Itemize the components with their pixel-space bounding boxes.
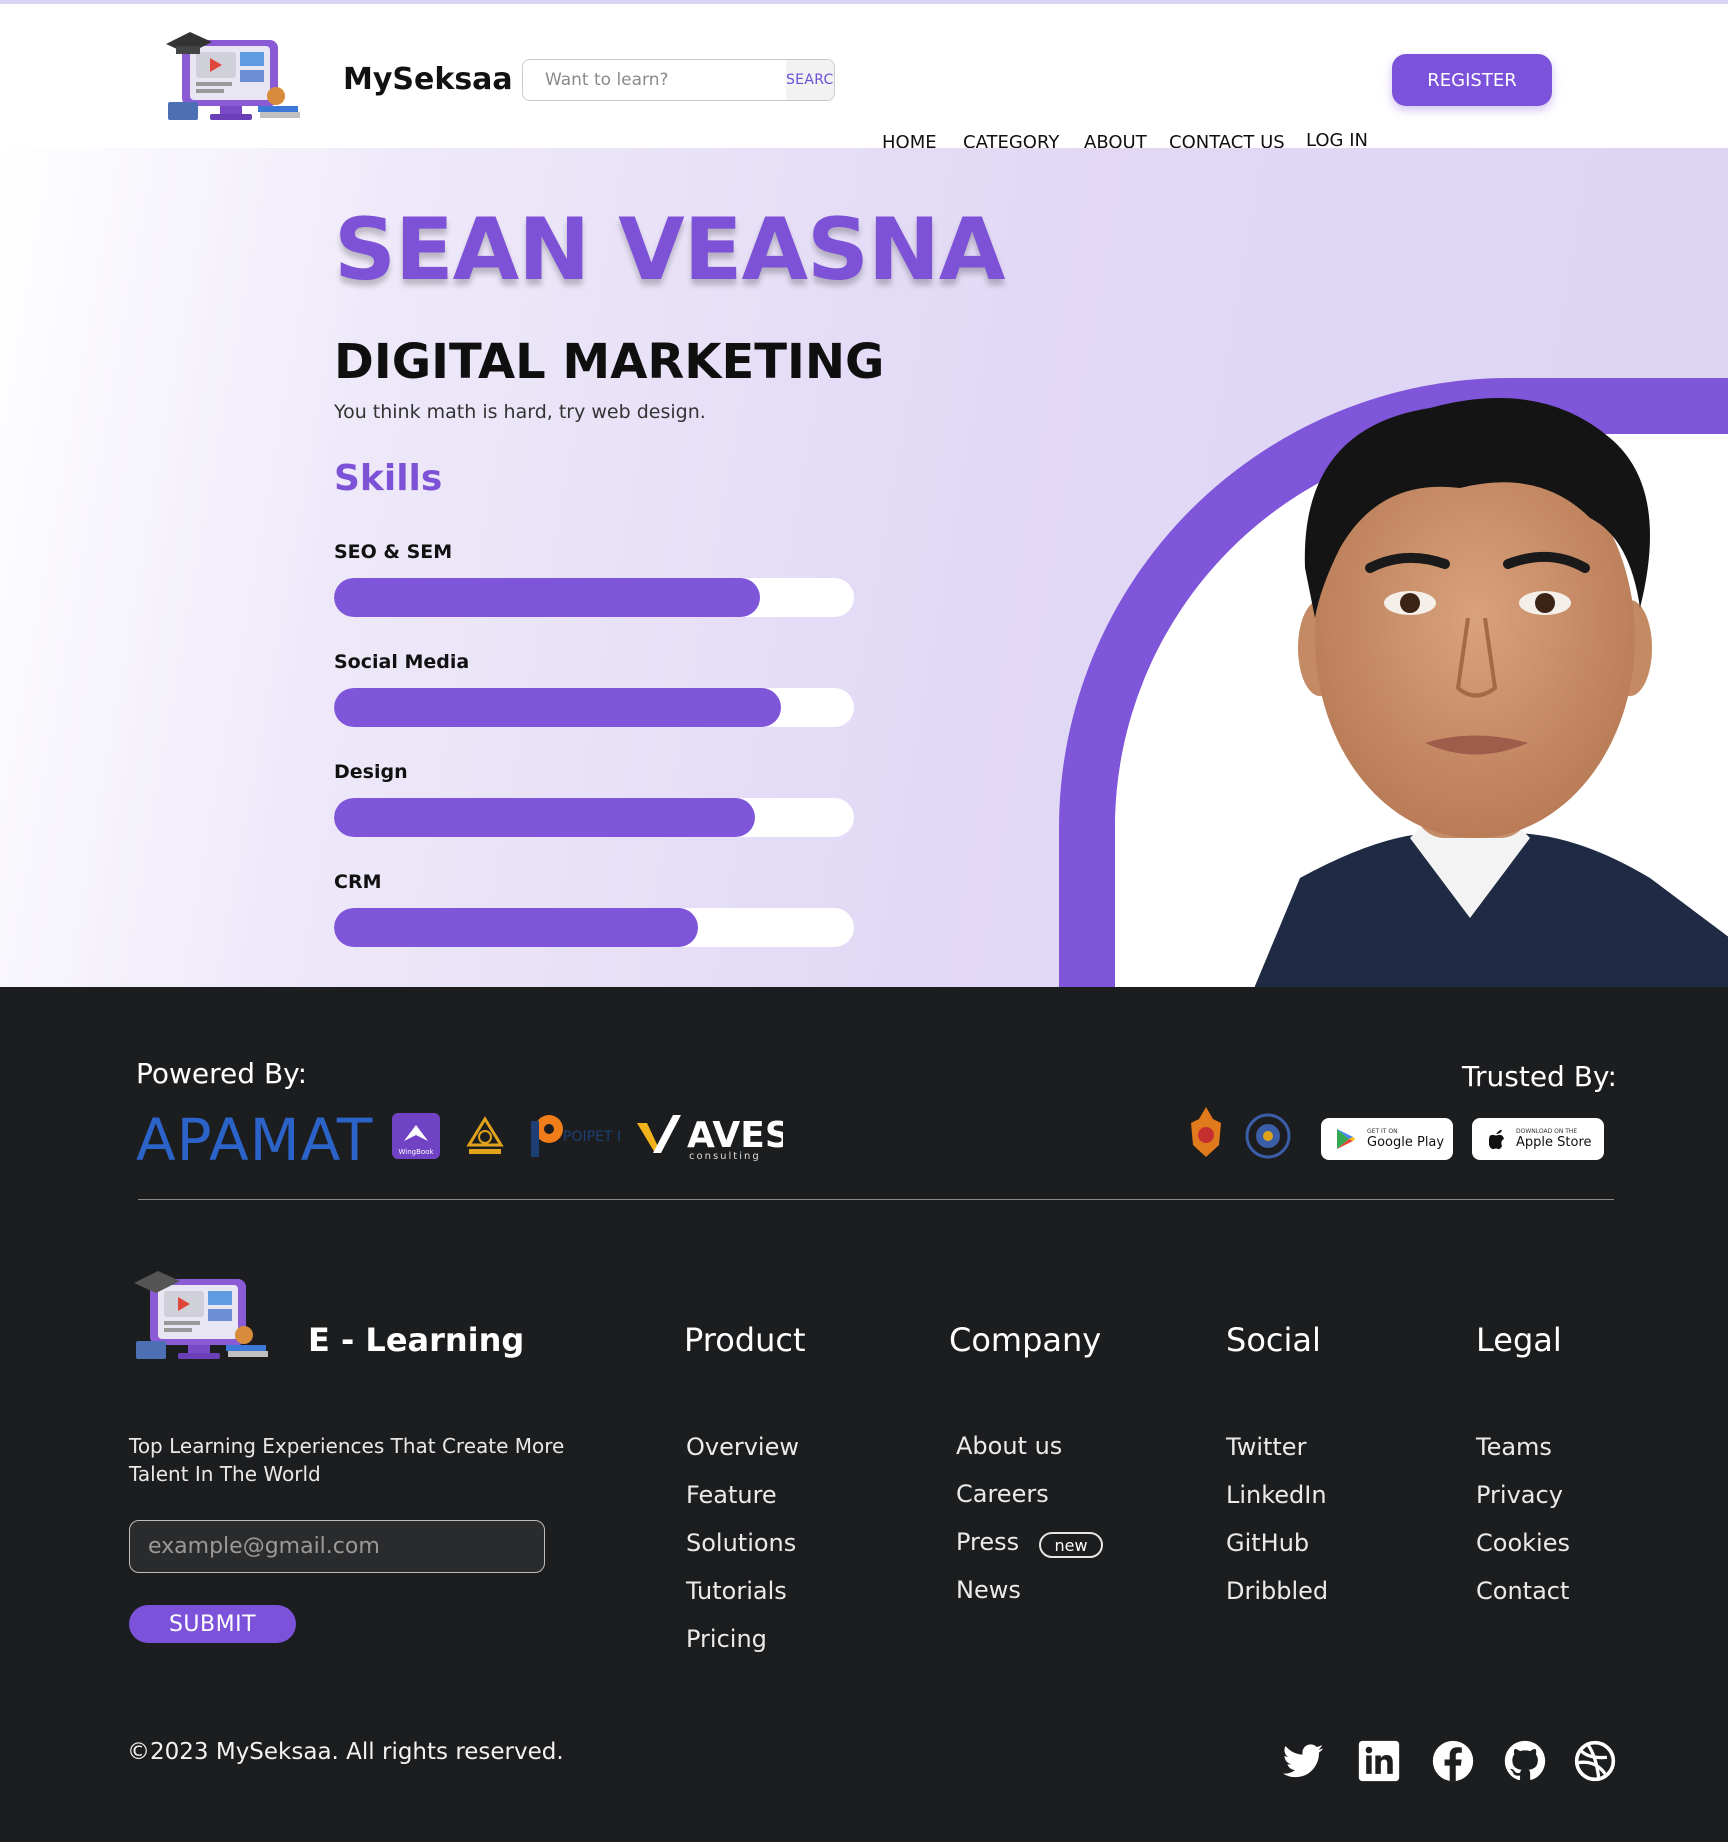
skill-progress-fill: [334, 908, 698, 947]
footer-description: Top Learning Experiences That Create Mor…: [129, 1434, 565, 1486]
university-seal-icon: [1245, 1113, 1291, 1159]
facebook-icon[interactable]: [1431, 1739, 1475, 1783]
footer-link-privacy[interactable]: Privacy: [1476, 1481, 1563, 1509]
khmer-org-logo-icon: [466, 1116, 504, 1154]
aves-logo-text: AVES: [687, 1115, 783, 1156]
footer-link-about-us[interactable]: About us: [956, 1432, 1062, 1460]
apple-store-text: Apple Store: [1516, 1135, 1592, 1150]
profile-hero: SEAN VEASNA DIGITAL MARKETING You think …: [0, 148, 1728, 987]
profile-role: DIGITAL MARKETING: [334, 334, 885, 390]
google-play-badge[interactable]: GET IT ON Google Play: [1321, 1118, 1453, 1160]
footer-link-press[interactable]: Press: [956, 1528, 1019, 1556]
footer-link-overview[interactable]: Overview: [686, 1433, 799, 1461]
new-badge: new: [1039, 1532, 1103, 1558]
footer-link-careers[interactable]: Careers: [956, 1480, 1049, 1508]
column-heading-company: Company: [949, 1321, 1102, 1359]
elearning-logo-icon[interactable]: [166, 16, 306, 128]
trusted-by-label: Trusted By:: [1462, 1060, 1617, 1093]
footer-link-cookies[interactable]: Cookies: [1476, 1529, 1570, 1557]
brand-name[interactable]: MySeksaa: [343, 62, 513, 97]
google-play-text: Google Play: [1367, 1135, 1445, 1150]
profile-photo: [1254, 398, 1728, 987]
footer-link-linkedin[interactable]: LinkedIn: [1226, 1481, 1327, 1509]
column-heading-legal: Legal: [1476, 1321, 1562, 1359]
search-bar: SEARCH: [522, 59, 835, 101]
footer-link-solutions[interactable]: Solutions: [686, 1529, 796, 1557]
column-heading-product: Product: [684, 1321, 806, 1359]
footer-link-tutorials[interactable]: Tutorials: [686, 1577, 787, 1605]
copyright-text: ©2023 MySeksaa. All rights reserved.: [127, 1739, 564, 1765]
linkedin-icon[interactable]: [1357, 1739, 1401, 1783]
submit-button[interactable]: SUBMIT: [129, 1605, 296, 1643]
register-button[interactable]: REGISTER: [1392, 54, 1552, 106]
profile-tagline: You think math is hard, try web design.: [334, 401, 706, 423]
wingbook-logo-icon: WingBook: [392, 1113, 440, 1159]
search-input[interactable]: [523, 60, 786, 100]
footer-link-contact[interactable]: Contact: [1476, 1577, 1569, 1605]
ministry-emblem-icon: [1191, 1107, 1221, 1157]
skill-progress-fill: [334, 798, 756, 837]
email-input[interactable]: [130, 1521, 544, 1572]
apple-store-small-text: DOWNLOAD ON THE: [1516, 1128, 1578, 1135]
skill-progress-bar: [334, 578, 854, 617]
footer-link-feature[interactable]: Feature: [686, 1481, 777, 1509]
footer-link-news[interactable]: News: [956, 1576, 1021, 1604]
twitter-icon[interactable]: [1281, 1739, 1325, 1783]
skill-label: Design: [334, 761, 408, 783]
profile-name: SEAN VEASNA: [334, 200, 1005, 300]
site-footer: Powered By: Trusted By: APAMAT WingBook …: [0, 987, 1728, 1842]
skill-label: CRM: [334, 871, 382, 893]
skill-label: Social Media: [334, 651, 470, 673]
apple-icon: [1489, 1129, 1504, 1150]
poipet-insider-logo-icon: POIPET Insider: [531, 1115, 620, 1157]
skill-progress-bar: [334, 798, 854, 837]
skill-progress-fill: [334, 578, 761, 617]
skills-heading: Skills: [334, 458, 443, 499]
aves-logo-subtext: consulting: [689, 1151, 761, 1162]
apple-store-badge[interactable]: DOWNLOAD ON THE Apple Store: [1472, 1118, 1604, 1160]
powered-by-label: Powered By:: [136, 1057, 308, 1090]
dribbble-icon[interactable]: [1573, 1739, 1617, 1783]
footer-link-dribbled[interactable]: Dribbled: [1226, 1577, 1328, 1605]
page: MySeksaa SEARCH HOME CATEGORY ABOUT CONT…: [0, 0, 1728, 1842]
site-header: MySeksaa SEARCH HOME CATEGORY ABOUT CONT…: [0, 0, 1728, 153]
apamat-logo: APAMAT: [136, 1106, 374, 1174]
column-heading-social: Social: [1226, 1321, 1321, 1359]
footer-title: E - Learning: [308, 1321, 525, 1359]
aves-consulting-logo-icon: AVES consulting: [637, 1115, 783, 1162]
skill-progress-bar: [334, 908, 854, 947]
newsletter-email-field: [129, 1520, 545, 1573]
wingbook-logo-text: WingBook: [398, 1148, 434, 1156]
elearning-footer-logo-icon: [134, 1271, 268, 1359]
skill-progress-fill: [334, 688, 782, 727]
footer-link-teams[interactable]: Teams: [1476, 1433, 1552, 1461]
google-play-icon: [1337, 1129, 1355, 1149]
search-button[interactable]: SEARCH: [786, 60, 834, 100]
google-play-small-text: GET IT ON: [1367, 1128, 1398, 1135]
skill-label: SEO & SEM: [334, 541, 453, 563]
footer-link-github[interactable]: GitHub: [1226, 1529, 1309, 1557]
skill-progress-bar: [334, 688, 854, 727]
poipet-logo-text: POIPET Insider: [563, 1129, 620, 1145]
footer-link-twitter[interactable]: Twitter: [1226, 1433, 1306, 1461]
footer-divider: [138, 1199, 1614, 1200]
github-icon[interactable]: [1503, 1739, 1547, 1783]
footer-link-pricing[interactable]: Pricing: [686, 1625, 767, 1653]
